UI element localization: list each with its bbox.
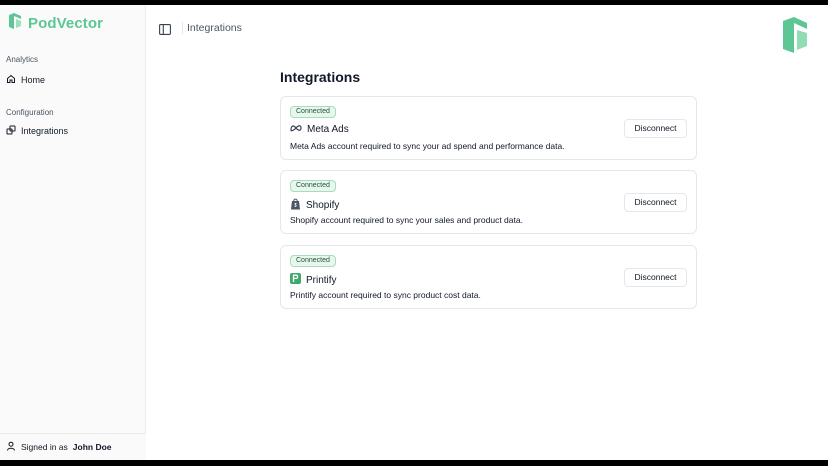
section-label-configuration: Configuration: [6, 108, 54, 117]
brand[interactable]: PodVector: [8, 13, 103, 34]
sidebar: PodVector Analytics Home Configuration I…: [0, 5, 146, 460]
integration-description: Meta Ads account required to sync your a…: [290, 141, 565, 151]
user-name: John Doe: [72, 442, 112, 452]
disconnect-button[interactable]: Disconnect: [624, 193, 687, 212]
integration-name: Meta Ads: [307, 124, 349, 135]
integration-card-meta-ads: Connected Meta Ads Meta Ads account requ…: [280, 96, 697, 160]
sidebar-item-integrations[interactable]: Integrations: [6, 125, 68, 137]
status-badge: Connected: [290, 255, 336, 267]
status-badge: Connected: [290, 180, 336, 192]
integration-header: Meta Ads: [290, 124, 349, 135]
integration-name: Printify: [306, 274, 337, 286]
integration-name: Shopify: [306, 200, 340, 211]
page-title: Integrations: [280, 69, 361, 85]
podvector-corner-logo-icon: [782, 17, 808, 58]
sidebar-item-label: Integrations: [21, 126, 69, 136]
signed-in-user[interactable]: Signed in as John Doe: [0, 433, 146, 460]
disconnect-button[interactable]: Disconnect: [624, 268, 687, 287]
integration-description: Shopify account required to sync your sa…: [290, 215, 523, 225]
sidebar-item-home[interactable]: Home: [6, 74, 45, 86]
home-icon: [6, 74, 16, 86]
status-badge: Connected: [290, 106, 336, 118]
integration-card-printify: Connected Printify Printify account requ…: [280, 245, 697, 309]
integrations-icon: [6, 125, 16, 137]
sidebar-toggle-icon[interactable]: [159, 22, 171, 35]
signed-in-prefix: Signed in as: [21, 442, 68, 452]
meta-icon: [290, 124, 302, 135]
topbar: Integrations: [146, 5, 828, 53]
sidebar-item-label: Home: [21, 75, 46, 85]
user-icon: [6, 441, 16, 453]
breadcrumb: Integrations: [187, 22, 242, 34]
integration-card-shopify: Connected Shopify Shopify account requir…: [280, 170, 697, 234]
section-label-analytics: Analytics: [6, 55, 39, 64]
integration-header: Printify: [290, 273, 337, 287]
disconnect-button[interactable]: Disconnect: [624, 119, 687, 138]
podvector-logo-icon: [8, 13, 22, 34]
shopify-icon: [290, 198, 301, 213]
printify-icon: [290, 273, 301, 287]
integration-header: Shopify: [290, 198, 339, 213]
integration-description: Printify account required to sync produc…: [290, 290, 481, 300]
topbar-divider: [182, 22, 183, 34]
brand-name: PodVector: [28, 15, 104, 32]
app-window: PodVector Analytics Home Configuration I…: [0, 5, 828, 460]
